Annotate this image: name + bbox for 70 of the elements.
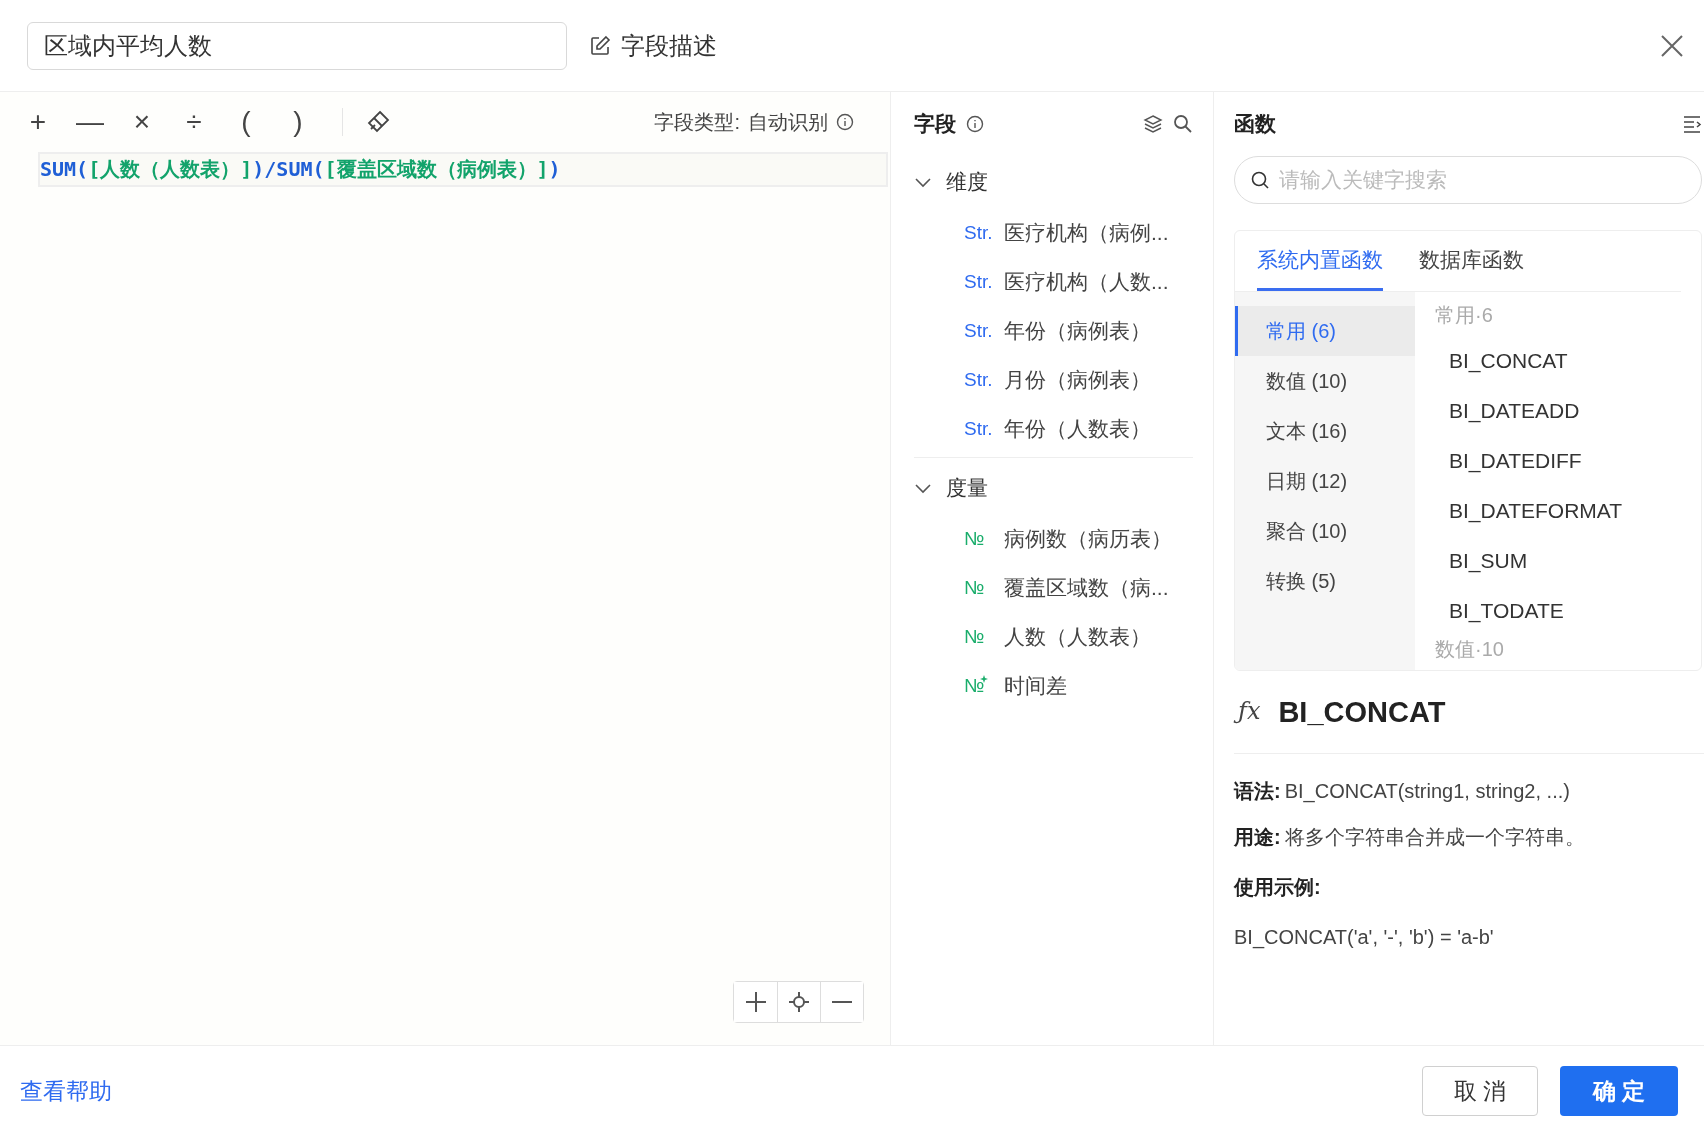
function-icon: ƒx: [1234, 695, 1265, 729]
field-item[interactable]: Str. 医疗机构（病例...: [914, 208, 1193, 257]
function-name: BI_CONCAT: [1278, 695, 1446, 729]
example-label: 使用示例:: [1234, 874, 1322, 900]
help-link[interactable]: 查看帮助: [20, 1075, 112, 1107]
cancel-button[interactable]: 取 消: [1422, 1066, 1538, 1116]
function-group-label: 数值·10: [1435, 637, 1505, 662]
operator-button[interactable]: +: [16, 102, 60, 142]
ok-button[interactable]: 确 定: [1560, 1066, 1678, 1116]
operator-button[interactable]: —: [68, 102, 112, 142]
info-icon[interactable]: [836, 113, 854, 131]
category-item[interactable]: 日期 (12): [1235, 456, 1415, 506]
usage-text: 用途: 将多个字符串合并成一个字符串。: [1234, 824, 1586, 850]
field-item[interactable]: № 时间差: [914, 661, 1193, 710]
syntax-text: 语法: BI_CONCAT(string1, string2, ...): [1234, 778, 1571, 805]
minus-icon: [831, 1000, 853, 1004]
field-type-icon: №: [964, 576, 992, 599]
field-item[interactable]: Str. 年份（人数表）: [914, 404, 1193, 453]
field-description-button[interactable]: 字段描述: [589, 29, 717, 62]
field-item[interactable]: Str. 年份（病例表）: [914, 306, 1193, 355]
operator-button[interactable]: ): [276, 102, 320, 142]
category-item[interactable]: 转换 (5): [1235, 556, 1415, 606]
collapse-list-icon[interactable]: [1682, 114, 1702, 134]
function-item[interactable]: BI_DATEDIFF: [1435, 436, 1701, 486]
field-item[interactable]: № 人数（人数表）: [914, 612, 1193, 661]
field-item[interactable]: Str. 月份（病例表）: [914, 355, 1193, 404]
example-text: BI_CONCAT('a', '-', 'b') = 'a-b': [1234, 924, 1495, 951]
category-item[interactable]: 数值 (10): [1235, 356, 1415, 406]
field-type-value[interactable]: 自动识别: [748, 108, 828, 136]
function-item[interactable]: BI_SUM: [1435, 536, 1701, 586]
layers-icon[interactable]: [1143, 114, 1163, 134]
category-item[interactable]: 常用 (6): [1235, 306, 1415, 356]
field-type-icon: №: [964, 527, 992, 550]
function-item[interactable]: BI_DATEFORMAT: [1435, 486, 1701, 536]
function-item[interactable]: BI_CONCAT: [1435, 336, 1701, 386]
operator-button[interactable]: ÷: [172, 102, 216, 142]
edit-icon: [589, 34, 611, 57]
plus-icon: [744, 991, 767, 1013]
field-type-icon: Str.: [964, 368, 992, 391]
category-item[interactable]: 聚合 (10): [1235, 506, 1415, 556]
name-input-field[interactable]: 区域内平均人数: [27, 21, 567, 70]
search-icon: [1250, 170, 1270, 190]
fields-panel-title: 字段: [914, 111, 956, 137]
field-type-icon: Str.: [964, 270, 992, 293]
crosshair-icon: [788, 991, 810, 1013]
search-field[interactable]: 请输入关键字搜索: [1234, 156, 1702, 204]
operator-button[interactable]: (: [224, 102, 268, 142]
operator-button[interactable]: ×: [120, 102, 164, 142]
zoom-out-button[interactable]: [820, 982, 863, 1022]
field-group-header[interactable]: 度量: [914, 462, 1193, 514]
function-tab[interactable]: 数据库函数: [1419, 231, 1524, 291]
field-type-icon: Str.: [964, 221, 992, 244]
field-item[interactable]: № 覆盖区域数（病...: [914, 563, 1193, 612]
functions-panel-title: 函数: [1234, 111, 1276, 137]
field-item[interactable]: № 病例数（病历表）: [914, 514, 1193, 563]
function-group-label: 常用·6: [1435, 303, 1494, 328]
info-icon[interactable]: [966, 115, 984, 133]
search-icon[interactable]: [1173, 114, 1193, 134]
field-group-header[interactable]: 维度: [914, 156, 1193, 208]
field-type-icon: Str.: [964, 319, 992, 342]
function-item[interactable]: BI_DATEADD: [1435, 386, 1701, 436]
field-type-label: 字段类型:: [654, 109, 740, 135]
field-type-icon: Str.: [964, 417, 992, 440]
category-item[interactable]: 文本 (16): [1235, 406, 1415, 456]
close-icon[interactable]: [1660, 33, 1684, 58]
function-item[interactable]: BI_TODATE: [1435, 586, 1701, 636]
eraser-icon[interactable]: [365, 109, 391, 135]
formula-text[interactable]: SUM([人数（人数表）])/SUM([覆盖区域数（病例表）]): [38, 152, 888, 187]
field-type-icon: №: [964, 625, 992, 648]
field-item[interactable]: Str. 医疗机构（人数...: [914, 257, 1193, 306]
